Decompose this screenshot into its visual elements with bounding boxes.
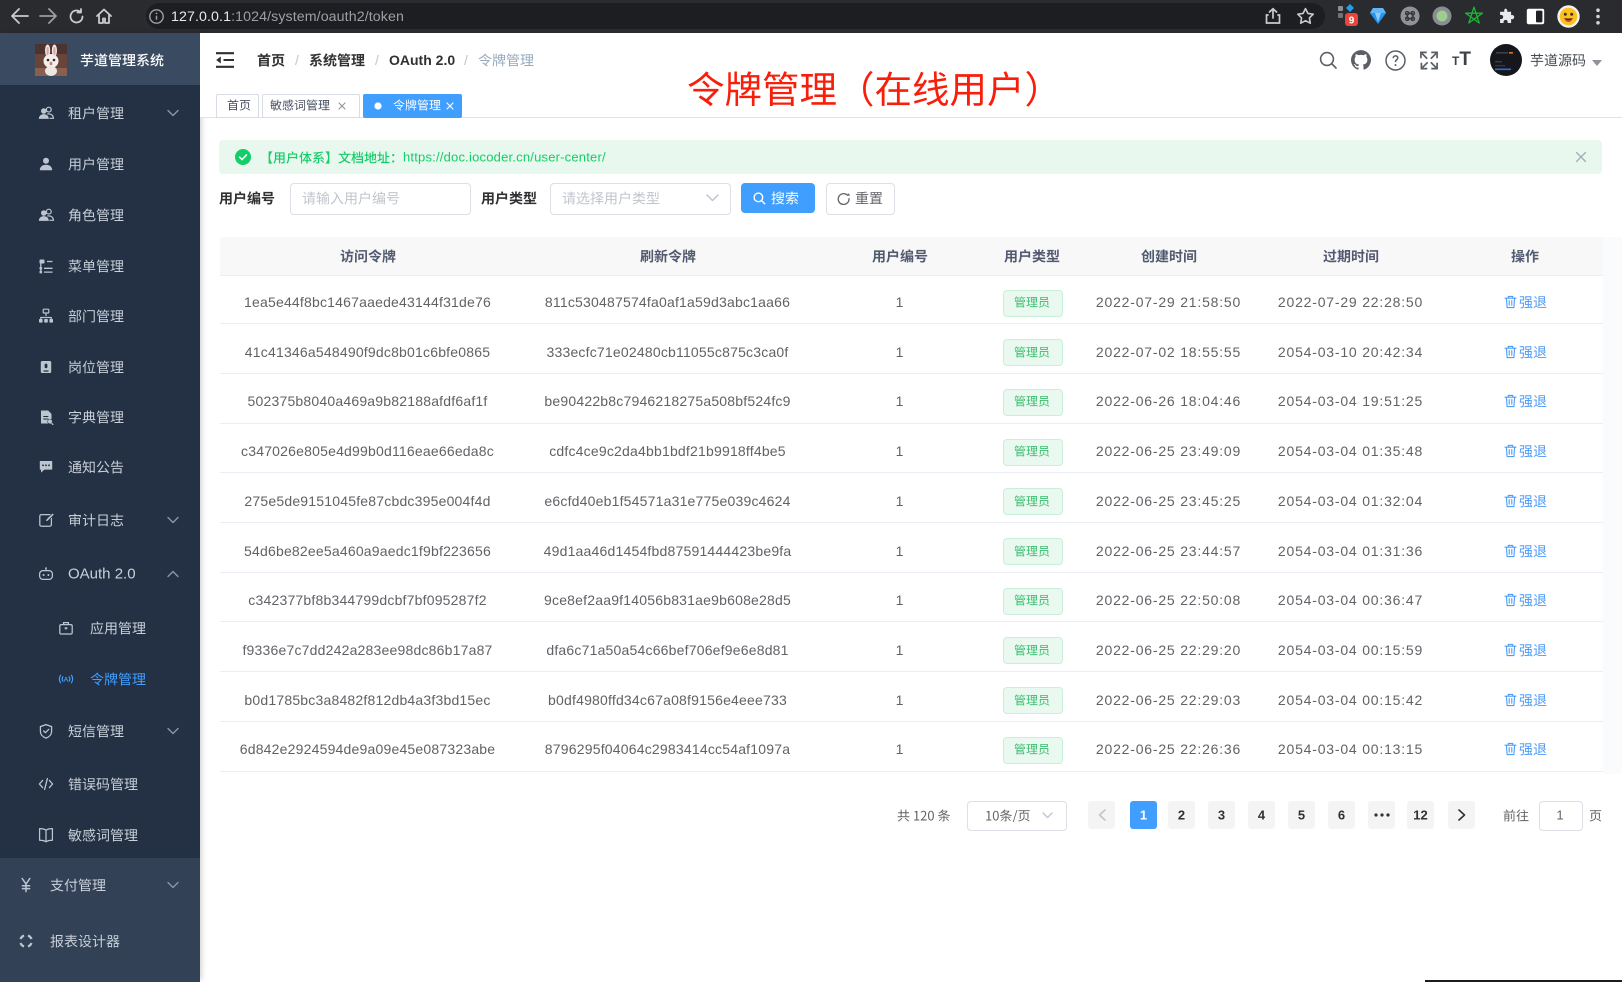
svg-text:9: 9 <box>1349 16 1355 27</box>
svg-text:A: A <box>64 676 69 683</box>
